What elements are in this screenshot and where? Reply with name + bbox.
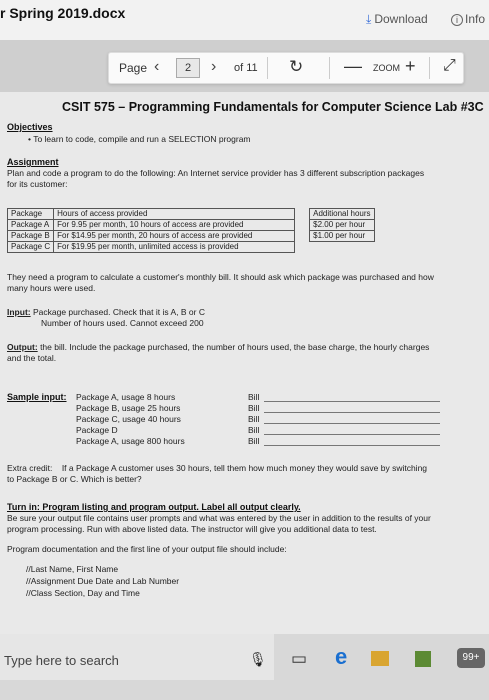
taskbar: Type here to search 🎙 ▭ e 99+ xyxy=(0,634,489,700)
extra-credit-text-2: to Package B or C. Which is better? xyxy=(7,474,142,484)
table-cell: For $19.95 per month, unlimited access i… xyxy=(53,241,296,253)
objectives-heading: Objectives xyxy=(7,122,53,132)
table-row: Package C For $19.95 per month, unlimite… xyxy=(6,241,375,253)
bill-line xyxy=(264,401,440,402)
info-icon: i xyxy=(451,14,463,26)
bill-line xyxy=(264,423,440,424)
download-button[interactable]: ⤓ Download xyxy=(366,12,428,27)
input-text-2: Number of hours used. Cannot exceed 200 xyxy=(41,318,204,328)
bill-line xyxy=(264,412,440,413)
search-placeholder: Type here to search xyxy=(4,653,119,668)
table-cell: Package C xyxy=(6,241,55,253)
top-bar: r Spring 2019.docx ⤓ Download i Info xyxy=(0,0,489,40)
need-text-1: They need a program to calculate a custo… xyxy=(7,272,434,282)
page-label: Page xyxy=(119,61,148,75)
table-cell: For 9.95 per month, 10 hours of access a… xyxy=(53,219,296,231)
download-label: Download xyxy=(374,12,428,26)
zoom-in-icon[interactable]: + xyxy=(405,56,416,77)
table-row: Package A For 9.95 per month, 10 hours o… xyxy=(6,219,375,231)
toolbar-divider xyxy=(429,57,430,79)
download-icon: ⤓ xyxy=(366,12,372,26)
taskbar-search-box[interactable]: Type here to search 🎙 xyxy=(0,634,274,680)
zoom-out-icon[interactable]: — xyxy=(344,56,362,77)
comment-line: //Class Section, Day and Time xyxy=(26,588,140,598)
fullscreen-icon[interactable]: ⤢ xyxy=(443,57,456,75)
previous-page-icon[interactable]: ‹ xyxy=(154,58,159,76)
notification-badge[interactable]: 99+ xyxy=(457,648,485,668)
file-explorer-icon[interactable] xyxy=(371,651,389,666)
table-cell: For $14.95 per month, 20 hours of access… xyxy=(53,230,296,242)
info-label: Info xyxy=(465,12,486,26)
table-cell: Package xyxy=(6,208,55,220)
task-view-icon[interactable]: ▭ xyxy=(291,649,307,669)
toolbar-divider xyxy=(329,57,330,79)
document-title: r Spring 2019.docx xyxy=(0,5,126,21)
turn-in-text-2: program processing. Run with above liste… xyxy=(7,524,377,534)
sample-item: Package C, usage 40 hours xyxy=(76,414,181,424)
zoom-label: ZOOM xyxy=(373,63,400,73)
toolbar-divider xyxy=(267,57,268,79)
comment-line: //Assignment Due Date and Lab Number xyxy=(26,576,180,586)
table-cell: Package B xyxy=(6,230,55,242)
sample-item: Package D xyxy=(76,425,118,435)
table-row: Package Hours of access provided Additio… xyxy=(6,208,375,220)
table-cell: $2.00 per hour xyxy=(309,219,375,231)
output-line-1: Output: the bill. Include the package pu… xyxy=(7,342,429,352)
output-heading: Output: xyxy=(7,342,38,352)
page-toolbar: Page ‹ 2 › of 11 ↻ — ZOOM + ⤢ xyxy=(108,52,464,84)
input-text-1: Package purchased. Check that it is A, B… xyxy=(32,307,205,317)
document-page: CSIT 575 – Programming Fundamentals for … xyxy=(0,92,489,634)
extra-credit-label: Extra credit: xyxy=(7,463,53,473)
assignment-text-1: Plan and code a program to do the follow… xyxy=(7,168,425,178)
sample-item: Package A, usage 8 hours xyxy=(76,392,176,402)
table-cell: Hours of access provided xyxy=(53,208,296,220)
document-heading: CSIT 575 – Programming Fundamentals for … xyxy=(62,100,484,114)
documentation-requirement: Program documentation and the first line… xyxy=(7,544,287,554)
rotate-icon[interactable]: ↻ xyxy=(289,57,303,77)
bill-label: Bill xyxy=(248,414,260,424)
bill-label: Bill xyxy=(248,392,260,402)
page-count: of 11 xyxy=(234,62,258,74)
info-button[interactable]: i Info xyxy=(451,12,485,26)
objective-text: To learn to code, compile and run a SELE… xyxy=(33,134,251,144)
bill-line xyxy=(264,434,440,435)
bill-line xyxy=(264,445,440,446)
sample-item: Package A, usage 800 hours xyxy=(76,436,185,446)
bill-label: Bill xyxy=(248,403,260,413)
output-text-1: the bill. Include the package purchased,… xyxy=(40,342,430,352)
assignment-text-2: for its customer: xyxy=(7,179,68,189)
objective-bullet: • To learn to code, compile and run a SE… xyxy=(28,134,251,144)
table-cell: Package A xyxy=(6,219,55,231)
microphone-icon[interactable]: 🎙 xyxy=(249,651,267,668)
turn-in-text-1: Be sure your output file contains user p… xyxy=(7,513,431,523)
table-cell: $1.00 per hour xyxy=(309,230,375,242)
sample-input-heading: Sample input: xyxy=(7,392,67,402)
store-icon[interactable] xyxy=(415,651,431,667)
package-table: Package Hours of access provided Additio… xyxy=(6,208,375,253)
sample-item: Package B, usage 25 hours xyxy=(76,403,181,413)
need-text-2: many hours were used. xyxy=(7,283,96,293)
table-cell: Additional hours xyxy=(309,208,375,220)
extra-credit-text-1: If a Package A customer uses 30 hours, t… xyxy=(61,463,428,473)
turn-in-heading: Turn in: Program listing and program out… xyxy=(7,502,301,512)
bill-label: Bill xyxy=(248,436,260,446)
output-text-2: and the total. xyxy=(7,353,57,363)
edge-browser-icon[interactable]: e xyxy=(335,644,347,670)
assignment-heading: Assignment xyxy=(7,157,59,167)
table-row: Package B For $14.95 per month, 20 hours… xyxy=(6,230,375,242)
input-line-1: Input: Package purchased. Check that it … xyxy=(7,307,205,317)
comment-line: //Last Name, First Name xyxy=(26,564,119,574)
input-heading: Input: xyxy=(7,307,31,317)
next-page-icon[interactable]: › xyxy=(211,58,216,76)
extra-credit-line-1: Extra credit: If a Package A customer us… xyxy=(7,463,427,473)
page-number-input[interactable]: 2 xyxy=(176,58,200,78)
bill-label: Bill xyxy=(248,425,260,435)
